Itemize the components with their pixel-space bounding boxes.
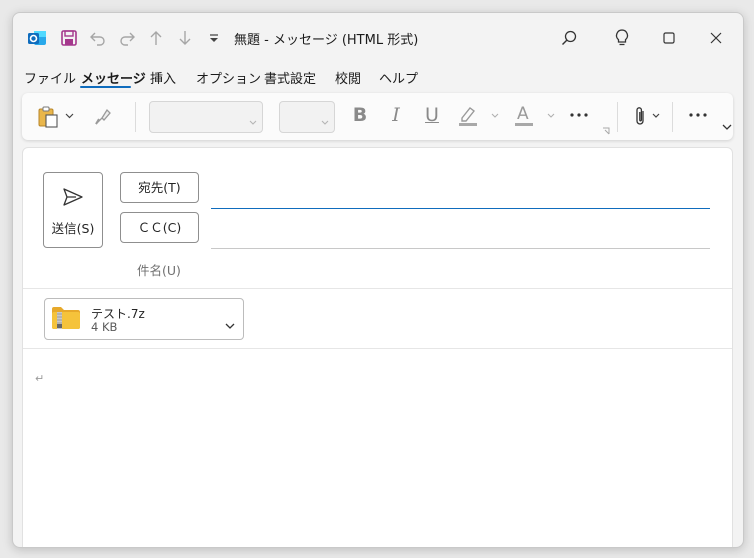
menu-message[interactable]: メッセージ bbox=[81, 68, 146, 87]
customize-toolbar-icon[interactable] bbox=[203, 27, 225, 49]
more-commands-icon[interactable] bbox=[686, 107, 710, 123]
chevron-down-icon[interactable] bbox=[546, 111, 556, 121]
redo-icon[interactable] bbox=[116, 27, 138, 49]
to-button[interactable]: 宛先(T) bbox=[120, 172, 199, 203]
close-icon[interactable] bbox=[701, 23, 731, 53]
cc-input[interactable] bbox=[211, 218, 710, 246]
save-icon[interactable] bbox=[58, 27, 80, 49]
chevron-down-icon bbox=[249, 111, 257, 130]
down-arrow-icon[interactable] bbox=[174, 27, 196, 49]
dialog-launcher-icon[interactable] bbox=[601, 126, 611, 136]
svg-text:A: A bbox=[517, 104, 529, 124]
attachment-size: 4 KB bbox=[91, 320, 118, 334]
more-icon[interactable] bbox=[567, 107, 591, 123]
font-name-dropdown[interactable] bbox=[149, 101, 263, 133]
message-window: 無題 - メッセージ (HTML 形式) ファイル メッセージ 挿入 オプション… bbox=[12, 12, 744, 548]
ribbon-separator bbox=[617, 102, 618, 132]
paste-icon[interactable] bbox=[36, 104, 60, 130]
maximize-icon[interactable] bbox=[654, 23, 684, 53]
italic-icon[interactable]: I bbox=[384, 104, 408, 126]
body-paragraph-mark[interactable]: ↵ bbox=[35, 372, 44, 385]
menu-review[interactable]: 校閲 bbox=[335, 68, 361, 87]
ribbon-separator bbox=[672, 102, 673, 132]
divider bbox=[23, 348, 732, 349]
to-input[interactable] bbox=[211, 178, 710, 206]
font-color-icon[interactable]: A bbox=[512, 102, 536, 130]
subject-label: 件名(U) bbox=[137, 263, 181, 278]
menu-options[interactable]: オプション bbox=[196, 68, 261, 87]
zip-folder-icon bbox=[51, 305, 81, 335]
chevron-down-icon bbox=[321, 111, 329, 130]
menu-insert[interactable]: 挿入 bbox=[150, 68, 176, 87]
menu-file[interactable]: ファイル bbox=[24, 68, 76, 87]
bold-icon[interactable]: B bbox=[348, 104, 372, 126]
cc-input-underline bbox=[211, 248, 710, 249]
highlight-icon[interactable] bbox=[456, 103, 480, 129]
subject-input[interactable] bbox=[211, 256, 710, 280]
attach-icon[interactable] bbox=[631, 104, 649, 128]
menu-help[interactable]: ヘルプ bbox=[379, 68, 418, 87]
chevron-down-icon[interactable] bbox=[490, 111, 500, 121]
divider bbox=[23, 288, 732, 289]
chevron-down-icon[interactable] bbox=[651, 111, 661, 121]
ribbon-separator bbox=[135, 102, 136, 132]
search-icon[interactable] bbox=[554, 23, 584, 53]
send-button[interactable]: 送信(S) bbox=[43, 172, 103, 248]
send-icon bbox=[62, 187, 84, 211]
compose-area: 送信(S) 宛先(T) ＣＣ(C) 件名(U) テスト.7z 4 KB ↵ bbox=[22, 147, 733, 547]
to-input-underline bbox=[211, 208, 710, 209]
ribbon: B I U A bbox=[22, 93, 733, 140]
format-painter-icon[interactable] bbox=[91, 105, 115, 129]
cc-button[interactable]: ＣＣ(C) bbox=[120, 212, 199, 243]
menu-format-text[interactable]: 書式設定 bbox=[264, 68, 316, 87]
undo-icon[interactable] bbox=[87, 27, 109, 49]
attachment-card[interactable]: テスト.7z 4 KB bbox=[44, 298, 244, 340]
paste-dropdown-chevron-icon[interactable] bbox=[64, 110, 74, 122]
collapse-ribbon-icon[interactable] bbox=[721, 121, 733, 133]
window-title: 無題 - メッセージ (HTML 形式) bbox=[234, 33, 419, 48]
chevron-down-icon[interactable] bbox=[225, 315, 235, 334]
active-tab-indicator bbox=[80, 86, 131, 88]
up-arrow-icon[interactable] bbox=[145, 27, 167, 49]
send-label: 送信(S) bbox=[51, 221, 95, 236]
outlook-app-icon bbox=[26, 27, 48, 49]
underline-icon[interactable]: U bbox=[420, 104, 444, 126]
font-size-dropdown[interactable] bbox=[279, 101, 335, 133]
lightbulb-icon[interactable] bbox=[607, 23, 637, 53]
